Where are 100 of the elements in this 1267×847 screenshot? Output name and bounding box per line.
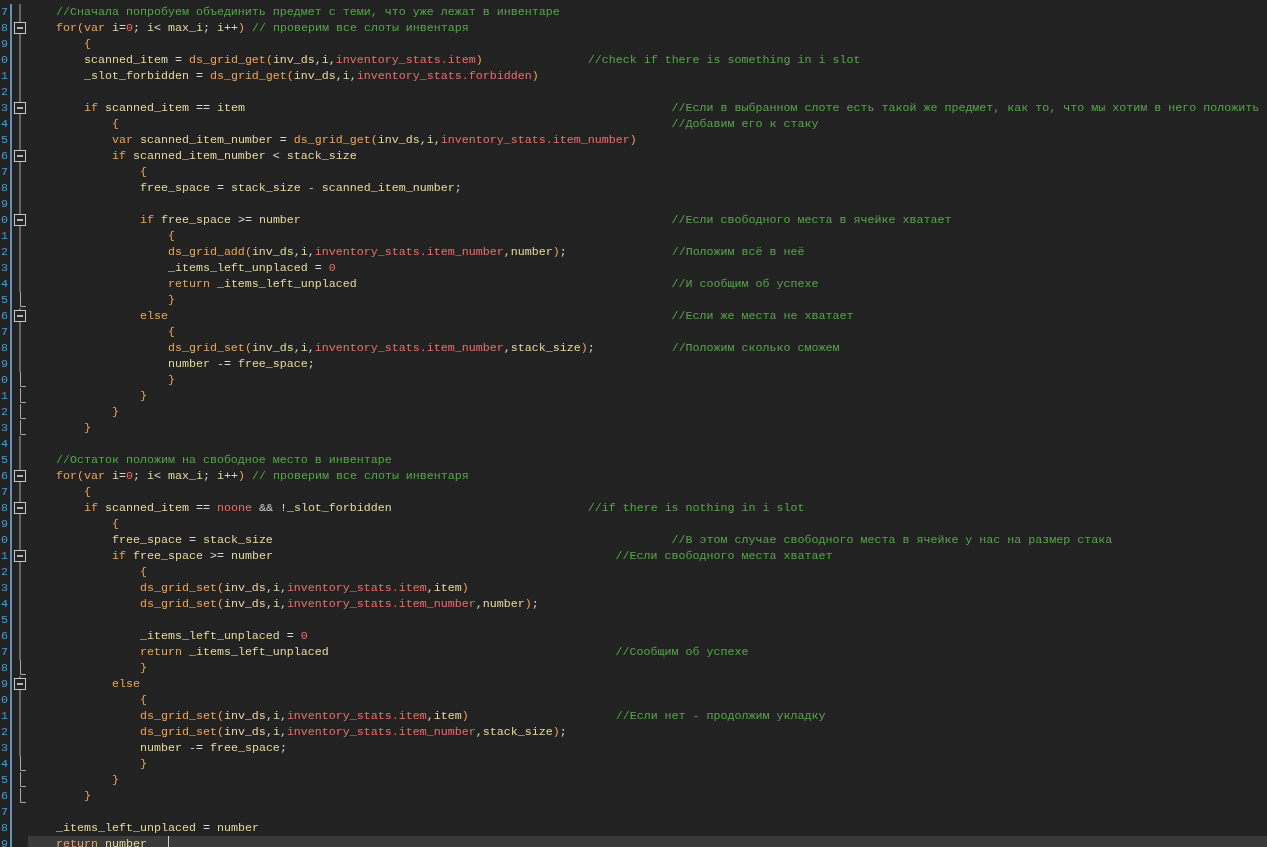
code-comment: //И сообщим об успехе <box>670 276 819 292</box>
line-number: 9 <box>0 836 9 847</box>
code-text: if scanned_item == noone && !_slot_forbidden <box>82 500 392 516</box>
code-text: _slot_forbidden = ds_grid_get(inv_ds,i,inventory_stats.forbidden) <box>82 68 539 84</box>
line-number: 2 <box>0 564 9 580</box>
line-number: 7 <box>0 164 9 180</box>
line-number: 1 <box>0 228 9 244</box>
line-number: 0 <box>0 532 9 548</box>
fold-guide-line <box>19 4 21 20</box>
code-text: { <box>110 116 119 132</box>
code-text: scanned_item = ds_grid_get(inv_ds,i,inventory_stats.item) <box>82 52 483 68</box>
line-number: 8 <box>0 660 9 676</box>
code-text: } <box>138 660 147 676</box>
code-text: return _items_left_unplaced <box>138 644 329 660</box>
line-number: 7 <box>0 324 9 340</box>
collapse-icon[interactable] <box>12 20 28 36</box>
line-number: 5 <box>0 292 9 308</box>
code-text: ds_grid_set(inv_ds,i,inventory_stats.item,item) <box>138 708 469 724</box>
line-number: 0 <box>0 692 9 708</box>
line-number: 6 <box>0 308 9 324</box>
code-text: { <box>110 516 119 532</box>
line-number: 1 <box>0 548 9 564</box>
code-comment: //if there is nothing in i slot <box>586 500 805 516</box>
code-text: number -= free_space; <box>166 356 315 372</box>
code-text: } <box>166 292 175 308</box>
code-text: else <box>138 308 168 324</box>
code-comment: //Если же места не хватает <box>670 308 854 324</box>
code-text: else <box>110 676 140 692</box>
line-number: 9 <box>0 676 9 692</box>
code-text: if free_space >= number <box>110 548 273 564</box>
code-text: } <box>138 388 147 404</box>
code-text: _items_left_unplaced = 0 <box>138 628 308 644</box>
collapse-icon[interactable] <box>12 148 28 164</box>
line-number: 4 <box>0 436 9 452</box>
line-number: 0 <box>0 52 9 68</box>
line-number: 0 <box>0 212 9 228</box>
code-text: { <box>166 324 175 340</box>
code-text: } <box>110 404 119 420</box>
code-text: free_space = stack_size <box>110 532 273 548</box>
line-number: 6 <box>0 148 9 164</box>
line-number: 3 <box>0 580 9 596</box>
collapse-icon[interactable] <box>12 100 28 116</box>
code-comment: // проверим все слоты инвентаря <box>250 468 469 484</box>
line-number: 0 <box>0 372 9 388</box>
line-number: 6 <box>0 468 9 484</box>
code-text: } <box>82 420 91 436</box>
code-comment: //В этом случае свободного места в ячейке у нас на размер стака <box>670 532 1113 548</box>
line-number: 2 <box>0 84 9 100</box>
collapse-icon[interactable] <box>12 676 28 692</box>
code-text: free_space = stack_size - scanned_item_number; <box>138 180 462 196</box>
fold-end-icon <box>20 660 28 676</box>
collapse-icon[interactable] <box>12 548 28 564</box>
line-number: 7 <box>0 644 9 660</box>
line-number: 9 <box>0 356 9 372</box>
line-number: 9 <box>0 36 9 52</box>
line-number: 6 <box>0 788 9 804</box>
collapse-icon[interactable] <box>12 308 28 324</box>
line-number: 4 <box>0 596 9 612</box>
fold-guide-line <box>19 484 21 500</box>
code-text: } <box>82 788 91 804</box>
line-number: 7 <box>0 4 9 20</box>
code-text: ds_grid_add(inv_ds,i,inventory_stats.item_number,number); <box>166 244 567 260</box>
code-text: ds_grid_set(inv_ds,i,inventory_stats.item_number,stack_size); <box>166 340 595 356</box>
code-text: } <box>138 756 147 772</box>
line-number: 3 <box>0 260 9 276</box>
line-number: 7 <box>0 484 9 500</box>
code-comment: //Если свободного места в ячейке хватает <box>670 212 952 228</box>
code-comment: // проверим все слоты инвентаря <box>250 20 469 36</box>
code-text: _items_left_unplaced = number <box>56 820 259 836</box>
code-text: number -= free_space; <box>138 740 287 756</box>
line-number: 8 <box>0 500 9 516</box>
code-text: } <box>110 772 119 788</box>
line-number: 9 <box>0 196 9 212</box>
code-text: if scanned_item == item <box>82 100 245 116</box>
line-number: 2 <box>0 244 9 260</box>
line-number: 4 <box>0 756 9 772</box>
line-number: 9 <box>0 516 9 532</box>
line-number: 3 <box>0 100 9 116</box>
line-number: 5 <box>0 452 9 468</box>
line-number: 8 <box>0 180 9 196</box>
collapse-icon[interactable] <box>12 212 28 228</box>
line-number: 1 <box>0 708 9 724</box>
code-text: var scanned_item_number = ds_grid_get(inv_ds,i,inventory_stats.item_number) <box>110 132 637 148</box>
collapse-icon[interactable] <box>12 500 28 516</box>
line-number: 6 <box>0 628 9 644</box>
code-text: ds_grid_set(inv_ds,i,inventory_stats.item_number,stack_size); <box>138 724 567 740</box>
code-text: _items_left_unplaced = 0 <box>166 260 336 276</box>
code-text: for(var i=0; i< max_i; i++) <box>56 20 245 36</box>
code-text: { <box>138 164 147 180</box>
line-number: 4 <box>0 276 9 292</box>
collapse-icon[interactable] <box>12 468 28 484</box>
line-number: 8 <box>0 340 9 356</box>
code-text: { <box>138 564 147 580</box>
line-number: 8 <box>0 820 9 836</box>
line-number: 4 <box>0 116 9 132</box>
code-text: { <box>138 692 147 708</box>
line-number: 5 <box>0 772 9 788</box>
line-number: 5 <box>0 612 9 628</box>
code-text: ds_grid_set(inv_ds,i,inventory_stats.item,item) <box>138 580 469 596</box>
fold-end-icon <box>20 292 28 308</box>
